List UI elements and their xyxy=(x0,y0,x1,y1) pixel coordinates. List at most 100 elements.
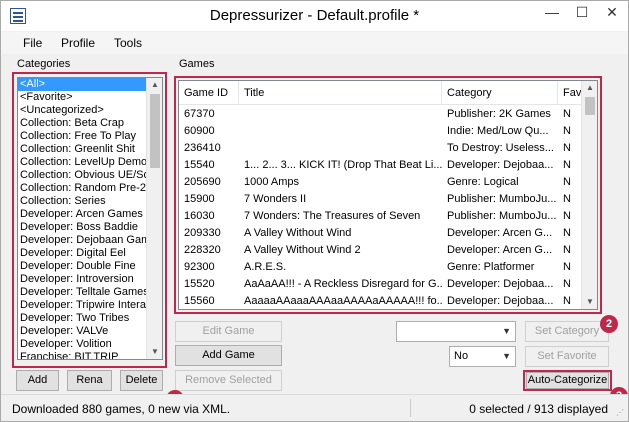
scroll-up-icon[interactable]: ▲ xyxy=(147,78,162,92)
cell-title: A Valley Without Wind 2 xyxy=(244,244,361,256)
menu-profile[interactable]: Profile xyxy=(61,36,95,50)
category-item[interactable]: Developer: Volition xyxy=(18,338,146,351)
table-row[interactable]: 228320 A Valley Without Wind 2 Developer: … xyxy=(179,242,583,259)
status-bar: Downloaded 880 games, 0 new via XML. 0 s… xyxy=(1,394,628,421)
category-item[interactable]: Collection: Random Pre-20 xyxy=(18,182,146,195)
category-list[interactable]: <All> <Favorite> <Uncategorized> Collection… xyxy=(17,77,163,360)
category-item[interactable]: <Favorite> xyxy=(18,91,146,104)
add-game-button[interactable]: Add Game xyxy=(175,345,282,366)
cell-game-id: 92300 xyxy=(184,261,215,273)
cell-category: Developer: Dejobaa... xyxy=(447,278,554,290)
column-header-category[interactable]: Category xyxy=(442,81,558,105)
table-row[interactable]: 205690 1000 Amps Genre: Logical N xyxy=(179,174,583,191)
set-category-button[interactable]: Set Category xyxy=(525,321,609,342)
games-table-header: Game ID Title Category Fav... xyxy=(179,81,588,105)
category-item[interactable]: Collection: Obvious UE/So xyxy=(18,169,146,182)
cell-category: Publisher: MumboJu... xyxy=(447,193,557,205)
add-category-button[interactable]: Add xyxy=(16,370,59,391)
delete-category-button[interactable]: Delete xyxy=(120,370,163,391)
auto-categorize-highlight: Auto-Categorize xyxy=(523,370,612,391)
status-selection-count: 0 selected / 913 displayed xyxy=(469,402,608,416)
scroll-thumb[interactable] xyxy=(585,97,595,115)
category-item[interactable]: Developer: Double Fine xyxy=(18,260,146,273)
scroll-up-icon[interactable]: ▲ xyxy=(582,81,597,95)
table-row[interactable]: 15520 AaAaAA!!! - A Reckless Disregard fo… xyxy=(179,276,583,293)
table-row[interactable]: 236410 To Destroy: Useless... N xyxy=(179,140,583,157)
menu-tools[interactable]: Tools xyxy=(114,36,142,50)
cell-title xyxy=(239,106,442,123)
cell-title: AaaaaAAaaaAAAaaAAAAaAAAAA!!! fo... xyxy=(244,295,442,307)
table-row[interactable]: 60900 Indie: Med/Low Qu... N xyxy=(179,123,583,140)
cell-game-id: 60900 xyxy=(184,125,215,137)
category-item[interactable]: Developer: Telltale Games xyxy=(18,286,146,299)
category-item[interactable]: Collection: Greenlit Shit xyxy=(18,143,146,156)
category-item[interactable]: Developer: Tripwire Interac xyxy=(18,299,146,312)
favorite-select[interactable]: No ▼ xyxy=(449,346,516,367)
minimize-icon[interactable]: — xyxy=(537,1,567,25)
cell-game-id: 228320 xyxy=(184,244,221,256)
cell-game-id: 15900 xyxy=(184,193,215,205)
cell-game-id: 15560 xyxy=(184,295,215,307)
category-item[interactable]: Franchise: BIT.TRIP xyxy=(18,351,146,359)
cell-category: Publisher: MumboJu... xyxy=(447,210,557,222)
category-item[interactable]: Developer: Introversion xyxy=(18,273,146,286)
games-table[interactable]: Game ID Title Category Fav... 67370 Publi… xyxy=(178,80,598,310)
category-item[interactable]: Collection: Free To Play xyxy=(18,130,146,143)
remove-selected-button[interactable]: Remove Selected xyxy=(175,370,282,391)
table-row[interactable]: 209330 A Valley Without Wind Developer: Ar… xyxy=(179,225,583,242)
category-item[interactable]: Collection: LevelUp Demos xyxy=(18,156,146,169)
cell-game-id: 67370 xyxy=(184,108,215,120)
set-favorite-button[interactable]: Set Favorite xyxy=(525,346,609,367)
cell-game-id: 16030 xyxy=(184,210,215,222)
table-row[interactable]: 15540 1... 2... 3... KICK IT! (Drop That … xyxy=(179,157,583,174)
close-icon[interactable]: ✕ xyxy=(597,1,627,25)
table-row[interactable]: 16030 7 Wonders: The Treasures of Seven Pu… xyxy=(179,208,583,225)
category-item[interactable]: Collection: Series xyxy=(18,195,146,208)
category-item[interactable]: Developer: Digital Eel xyxy=(18,247,146,260)
cell-game-id: 15540 xyxy=(184,159,215,171)
category-item[interactable]: Collection: Beta Crap xyxy=(18,117,146,130)
column-header-game-id[interactable]: Game ID xyxy=(179,81,239,105)
cell-category: Developer: Arcen G... xyxy=(447,244,553,256)
scroll-thumb[interactable] xyxy=(150,94,160,168)
resize-grip-icon[interactable]: ⋰ xyxy=(616,408,624,417)
category-item[interactable]: Developer: VALVe xyxy=(18,325,146,338)
games-scrollbar[interactable]: ▲ ▼ xyxy=(581,81,597,309)
cell-title: 7 Wonders: The Treasures of Seven xyxy=(244,210,421,222)
scroll-down-icon[interactable]: ▼ xyxy=(147,345,162,359)
categories-panel: <All> <Favorite> <Uncategorized> Collection… xyxy=(12,72,167,368)
cell-title: AaAaAA!!! - A Reckless Disregard for G..… xyxy=(244,278,442,290)
column-header-title[interactable]: Title xyxy=(239,81,442,105)
cell-category: Genre: Platformer xyxy=(447,261,535,273)
maximize-icon[interactable]: ☐ xyxy=(567,1,597,25)
category-item[interactable]: <Uncategorized> xyxy=(18,104,146,117)
category-item[interactable]: <All> xyxy=(18,78,148,91)
cell-title xyxy=(239,123,442,140)
app-window: Depressurizer - Default.profile * — ☐ ✕ … xyxy=(0,0,629,422)
category-select[interactable]: ▼ xyxy=(396,321,516,342)
auto-categorize-button[interactable]: Auto-Categorize xyxy=(526,372,609,389)
cell-category: Developer: Dejobaa... xyxy=(447,295,554,307)
favorite-select-value: No xyxy=(454,350,469,362)
category-item[interactable]: Developer: Arcen Games xyxy=(18,208,146,221)
table-row[interactable]: 92300 A.R.E.S. Genre: Platformer N xyxy=(179,259,583,276)
cell-title xyxy=(239,140,442,157)
cell-title: A Valley Without Wind xyxy=(244,227,352,239)
table-row[interactable]: 15560 AaaaaAAaaaAAAaaAAAAaAAAAA!!! fo... D… xyxy=(179,293,583,309)
table-row[interactable]: 15900 7 Wonders II Publisher: MumboJu... N xyxy=(179,191,583,208)
scroll-down-icon[interactable]: ▼ xyxy=(582,295,597,309)
status-divider xyxy=(410,399,411,417)
menu-file[interactable]: File xyxy=(23,36,42,50)
title-bar: Depressurizer - Default.profile * — ☐ ✕ xyxy=(1,1,628,31)
cell-category: Genre: Logical xyxy=(447,176,519,188)
cell-title: 1000 Amps xyxy=(244,176,300,188)
category-item[interactable]: Developer: Two Tribes xyxy=(18,312,146,325)
category-item[interactable]: Developer: Dejobaan Game xyxy=(18,234,146,247)
category-item[interactable]: Developer: Boss Baddie xyxy=(18,221,146,234)
edit-game-button[interactable]: Edit Game xyxy=(175,321,282,342)
rename-category-button[interactable]: Rena xyxy=(67,370,112,391)
cell-category: To Destroy: Useless... xyxy=(447,142,554,154)
table-row[interactable]: 67370 Publisher: 2K Games N xyxy=(179,106,583,123)
category-scrollbar[interactable]: ▲ ▼ xyxy=(146,78,162,359)
cell-category: Developer: Dejobaa... xyxy=(447,159,554,171)
